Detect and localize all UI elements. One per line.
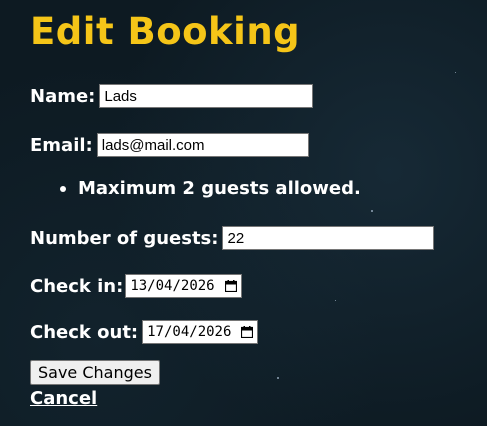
email-row: Email: bbox=[30, 133, 309, 157]
background-star bbox=[455, 72, 456, 73]
name-label: Name: bbox=[30, 85, 96, 107]
guests-input[interactable] bbox=[222, 226, 435, 250]
guest-notice-list: Maximum 2 guests allowed. bbox=[60, 178, 361, 199]
checkout-date-value: 17/04/2026 bbox=[147, 324, 232, 340]
background-star bbox=[277, 377, 279, 379]
email-input[interactable] bbox=[96, 133, 309, 157]
guests-row: Number of guests: bbox=[30, 226, 435, 250]
guest-limit-notice: Maximum 2 guests allowed. bbox=[60, 178, 361, 199]
background-star bbox=[371, 210, 373, 212]
page-title: Edit Booking bbox=[30, 10, 301, 53]
cancel-link[interactable]: Cancel bbox=[30, 388, 97, 409]
background-star bbox=[335, 300, 336, 301]
guest-limit-text: Maximum 2 guests allowed. bbox=[78, 178, 361, 199]
checkout-label: Check out: bbox=[30, 321, 139, 343]
name-input[interactable] bbox=[99, 84, 314, 108]
email-label: Email: bbox=[30, 134, 93, 156]
guests-label: Number of guests: bbox=[30, 227, 219, 249]
checkin-label: Check in: bbox=[30, 275, 124, 297]
checkout-date-input[interactable]: 17/04/2026 bbox=[142, 320, 259, 344]
checkin-row: Check in: 13/04/2026 bbox=[30, 274, 242, 298]
bullet-icon bbox=[60, 185, 66, 192]
checkout-row: Check out: 17/04/2026 bbox=[30, 320, 259, 344]
name-row: Name: bbox=[30, 84, 314, 108]
calendar-icon[interactable] bbox=[241, 326, 254, 339]
checkin-date-input[interactable]: 13/04/2026 bbox=[125, 274, 242, 298]
calendar-icon[interactable] bbox=[224, 280, 237, 293]
checkin-date-value: 13/04/2026 bbox=[130, 278, 215, 294]
save-changes-button[interactable]: Save Changes bbox=[30, 360, 160, 385]
